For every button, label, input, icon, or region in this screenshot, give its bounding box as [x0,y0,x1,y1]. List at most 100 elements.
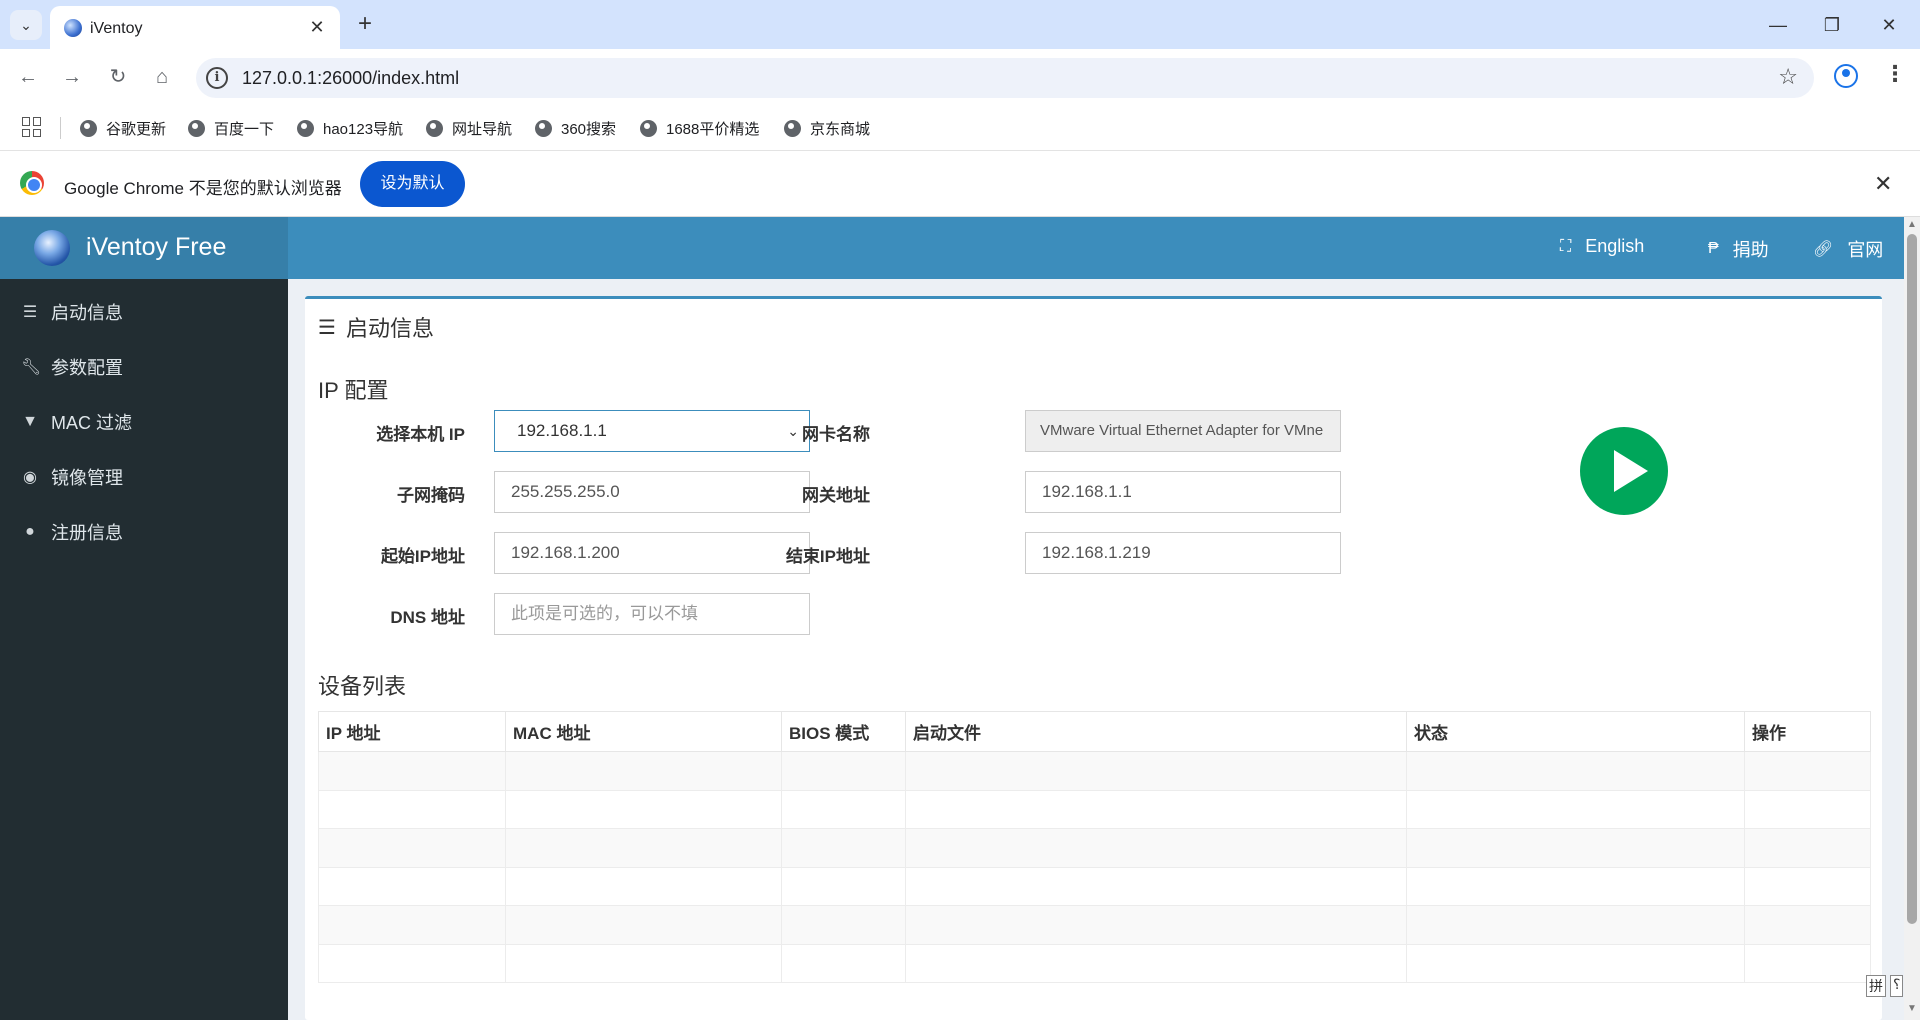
column-header-ip: IP 地址 [318,711,506,752]
site-info-icon[interactable]: i [206,67,228,89]
scrollbar-thumb[interactable] [1907,234,1917,924]
subnet-mask-label: 子网掩码 [397,486,465,505]
scroll-up-arrow-icon[interactable]: ▲ [1907,219,1917,230]
tab-title: iVentoy [90,20,143,37]
bookmark-star-icon[interactable]: ☆ [1778,64,1798,90]
globe-icon [426,119,443,137]
ime-mode-icon: ⸮ [1890,975,1904,997]
sidebar-item-image-management[interactable]: ◉ 镜像管理 [0,449,288,504]
filter-icon: ▼ [22,412,38,430]
device-list-title: 设备列表 [318,674,407,699]
server-icon: ☰ [318,316,336,339]
minimize-window-button[interactable]: — [1763,12,1793,38]
end-ip-label: 结束IP地址 [785,547,870,566]
website-link[interactable]: 🔗︎ 官网 [1813,236,1883,262]
paypal-icon: ₱ [1708,240,1719,257]
wrench-icon: 🔧︎ [21,358,42,376]
iventoy-app: iVentoy Free ⛶ English ₱ 捐助 🔗︎ 官网 ☰ 启动信息… [0,217,1920,1020]
globe-icon [188,119,205,137]
sidebar-item-boot-info[interactable]: ☰ 启动信息 [0,284,288,339]
language-switch[interactable]: ⛶ English [1560,236,1644,257]
page-scrollbar[interactable]: ▲ ▼ [1904,217,1920,1020]
select-ip-label: 选择本机 IP [376,425,465,444]
browser-tab[interactable]: iVentoy ✕ [50,6,340,49]
sidebar-item-label: 注册信息 [51,522,123,543]
globe-icon [535,119,552,137]
sidebar-item-label: 参数配置 [51,357,123,378]
new-tab-button[interactable]: + [352,12,378,38]
end-ip-field[interactable]: 192.168.1.219 [1025,532,1341,574]
set-default-button[interactable]: 设为默认 [360,161,465,207]
apps-grid-icon[interactable] [22,117,42,137]
column-header-actions: 操作 [1744,711,1871,752]
iventoy-logo-icon [34,230,70,266]
dns-field[interactable]: 此项是可选的，可以不填 [494,593,810,635]
chrome-menu-icon[interactable]: ⋮ [1884,61,1906,87]
column-header-status: 状态 [1406,711,1745,752]
donate-link[interactable]: ₱ 捐助 [1708,236,1769,262]
profile-avatar-icon[interactable] [1834,64,1858,88]
logo-area[interactable]: iVentoy Free [0,217,288,279]
table-header-row: IP 地址 MAC 地址 BIOS 模式 启动文件 状态 操作 [318,711,1871,752]
panel-title: ☰ 启动信息 [318,316,434,341]
infobar-message: Google Chrome 不是您的默认浏览器 [64,179,342,198]
sidebar-item-registration[interactable]: ● 注册信息 [0,504,288,559]
sidebar-item-label: 启动信息 [51,302,123,323]
address-bar[interactable]: i 127.0.0.1:26000/index.html ☆ [196,58,1814,98]
bookmark-item[interactable]: 网址导航 [426,118,512,138]
ip-config-title: IP 配置 [318,378,389,403]
reload-icon[interactable]: ↻ [103,62,133,92]
link-icon: 🔗︎ [1813,241,1834,258]
forward-arrow-icon[interactable]: → [57,62,87,92]
globe-icon [640,119,657,137]
server-icon: ☰ [22,303,38,321]
bookmark-item[interactable]: 谷歌更新 [80,118,166,138]
bookmark-item[interactable]: hao123导航 [297,118,403,138]
bookmark-item[interactable]: 京东商城 [784,118,870,138]
default-browser-infobar: Google Chrome 不是您的默认浏览器 设为默认 ✕ [0,151,1920,217]
table-row [318,943,1871,983]
table-row [318,866,1871,906]
close-tab-icon[interactable]: ✕ [306,16,328,38]
boot-info-panel: ☰ 启动信息 IP 配置 选择本机 IP 192.168.1.1 ⌄ 网卡名称 … [305,296,1882,1020]
gateway-field[interactable]: 192.168.1.1 [1025,471,1341,513]
scroll-down-arrow-icon[interactable]: ▼ [1907,1003,1917,1014]
device-table: IP 地址 MAC 地址 BIOS 模式 启动文件 状态 操作 [318,711,1871,983]
bookmarks-bar: 谷歌更新 百度一下 hao123导航 网址导航 360搜索 1688平价精选 京… [0,105,1920,151]
logo-text: iVentoy Free [86,233,227,261]
bookmark-item[interactable]: 百度一下 [188,118,274,138]
restore-window-button[interactable]: ❐ [1817,12,1847,38]
bookmark-item[interactable]: 360搜索 [535,118,616,138]
globe-icon [297,119,314,137]
nic-name-label: 网卡名称 [802,425,870,444]
sidebar-item-mac-filter[interactable]: ▼ MAC 过滤 [0,394,288,449]
bookmark-item[interactable]: 1688平价精选 [640,118,759,138]
tab-search-button[interactable]: ⌄ [10,10,42,40]
nic-name-field: VMware Virtual Ethernet Adapter for VMne [1025,410,1341,452]
bookmarks-separator [60,117,61,139]
column-header-bios: BIOS 模式 [781,711,906,752]
top-navbar: ⛶ English ₱ 捐助 🔗︎ 官网 [288,217,1920,279]
globe-icon [80,119,97,137]
sidebar-item-label: MAC 过滤 [51,412,132,433]
home-icon[interactable]: ⌂ [147,62,177,92]
close-infobar-icon[interactable]: ✕ [1874,171,1892,197]
table-row [318,789,1871,829]
iventoy-favicon-icon [64,19,82,37]
gateway-label: 网关地址 [802,486,870,505]
url-text[interactable]: 127.0.0.1:26000/index.html [242,68,459,89]
sidebar: ☰ 启动信息 🔧︎ 参数配置 ▼ MAC 过滤 ◉ 镜像管理 ● 注册信息 [0,279,288,1020]
start-service-play-button[interactable] [1580,427,1668,515]
chrome-logo-icon [20,171,44,195]
dns-label: DNS 地址 [390,608,465,627]
table-row [318,751,1871,791]
close-window-button[interactable]: ✕ [1874,12,1904,38]
user-icon: ● [25,522,35,540]
column-header-mac: MAC 地址 [505,711,782,752]
ime-indicator[interactable]: 拼 ⸮ [1866,975,1904,997]
table-row [318,828,1871,868]
sidebar-item-config[interactable]: 🔧︎ 参数配置 [0,339,288,394]
disc-icon: ◉ [23,468,37,486]
start-ip-label: 起始IP地址 [380,547,465,566]
back-arrow-icon[interactable]: ← [13,62,43,92]
